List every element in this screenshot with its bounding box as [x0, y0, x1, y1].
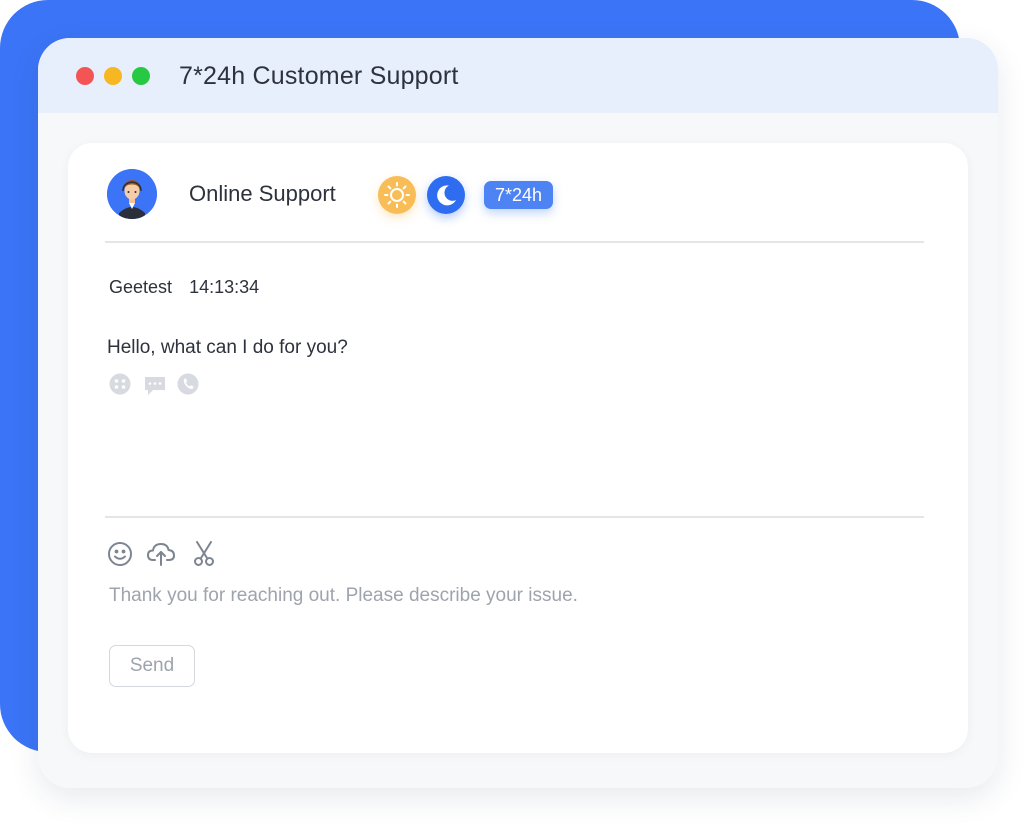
header-divider [105, 241, 924, 243]
chat-card: Online Support 7*24h Geetest 14:13:34 He… [68, 143, 968, 753]
light-mode-button[interactable] [378, 176, 416, 214]
message-sender: Geetest [109, 277, 173, 297]
agent-avatar [107, 169, 157, 219]
stage: 7*24h Customer Support Online Support 7*… [0, 0, 1024, 824]
title-bar: 7*24h Customer Support [38, 38, 998, 113]
agent-name: Online Support [189, 181, 336, 206]
close-window-button[interactable] [76, 67, 94, 85]
message-input[interactable]: Thank you for reaching out. Please descr… [109, 585, 578, 607]
emoji-icon[interactable] [107, 540, 135, 568]
composer-divider [105, 516, 924, 518]
support-window: 7*24h Customer Support Online Support 7*… [38, 38, 998, 788]
hours-badge: 7*24h [484, 181, 553, 209]
maximize-window-button[interactable] [132, 67, 150, 85]
window-title: 7*24h Customer Support [179, 62, 459, 90]
message-meta: Geetest 14:13:34 [109, 277, 259, 298]
message-text: Hello, what can I do for you? [107, 337, 348, 358]
agent-avatar-icon [107, 169, 157, 219]
sun-icon [384, 182, 410, 208]
phone-icon[interactable] [177, 373, 199, 395]
minimize-window-button[interactable] [104, 67, 122, 85]
dark-mode-button[interactable] [427, 176, 465, 214]
moon-icon [437, 185, 456, 206]
like-icon[interactable] [109, 373, 131, 395]
upload-cloud-icon[interactable] [146, 540, 176, 568]
scissors-icon[interactable] [190, 540, 218, 568]
comment-icon[interactable] [143, 373, 167, 397]
send-button[interactable]: Send [109, 645, 195, 687]
message-time: 14:13:34 [189, 277, 260, 297]
